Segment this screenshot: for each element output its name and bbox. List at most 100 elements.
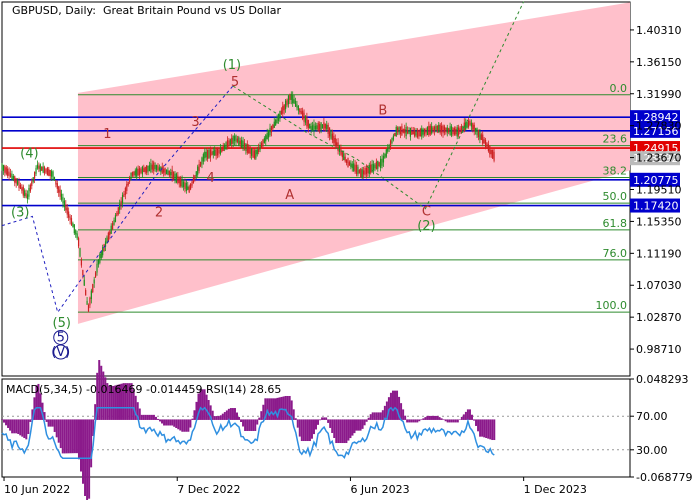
candle-body (76, 233, 78, 239)
wave-label: 1 (103, 127, 111, 142)
candle-body (51, 170, 53, 177)
candle-body (233, 136, 236, 141)
macd-bar (369, 414, 372, 420)
candle-body (158, 167, 161, 171)
candle-body (357, 166, 359, 175)
macd-bar (430, 415, 433, 420)
macd-bar (424, 417, 427, 420)
candle-body (406, 130, 409, 134)
candle-body (354, 164, 356, 172)
macd-bar (165, 419, 168, 426)
candle-body (404, 129, 406, 134)
candle-body (112, 223, 114, 230)
macd-bar (475, 419, 478, 426)
candle-body (18, 181, 20, 189)
candle-body (426, 126, 429, 136)
macd-bar (258, 417, 261, 420)
candle-body (35, 167, 37, 174)
candle-body (80, 259, 83, 266)
macd-bar (438, 417, 441, 420)
candle-body (336, 142, 338, 147)
candle-body (209, 149, 212, 158)
candle-body (486, 143, 488, 149)
macd-bar (347, 419, 350, 441)
macd-bar (402, 409, 405, 420)
candle-body (191, 181, 193, 186)
candle-body (350, 162, 352, 167)
macd-bar (67, 419, 70, 454)
candle-body (272, 124, 274, 130)
macd-bar (363, 419, 366, 426)
candle-body (116, 213, 118, 217)
candle-body (262, 139, 264, 147)
wave-label: 5 (57, 330, 65, 345)
wave-label: (5) (53, 316, 71, 331)
candle-body (46, 167, 48, 176)
candle-body (377, 160, 379, 169)
candle-body (334, 138, 336, 146)
candle-body (435, 125, 437, 132)
candle-body (456, 127, 458, 137)
macd-bar (321, 417, 324, 420)
candle-body (69, 216, 71, 220)
y-tick-label: 1.40310 (636, 24, 682, 37)
candle-body (320, 122, 322, 131)
candle-body (66, 207, 68, 215)
wave-label: (1) (223, 58, 241, 73)
macd-bar (146, 414, 149, 420)
candle-body (275, 119, 277, 126)
macd-bar (45, 419, 48, 422)
candle-body (167, 170, 169, 175)
macd-bar (375, 412, 378, 420)
candle-body (150, 163, 152, 173)
candle-body (313, 123, 315, 132)
macd-bar (144, 414, 147, 420)
candle-body (328, 127, 331, 137)
candle-body (343, 153, 345, 160)
price-axis: 1.289421.271561.249151.235921.207751.174… (630, 24, 682, 356)
candle-body (389, 140, 392, 148)
macd-bar (244, 419, 247, 431)
chart-canvas[interactable]: 0.023.638.250.061.876.0100.0 (4)(3)(5)5(… (0, 0, 700, 500)
candle-body (232, 135, 234, 144)
candle-body (55, 180, 57, 185)
candle-body (347, 157, 349, 168)
candle-body (333, 135, 335, 143)
candle-body (175, 173, 178, 183)
candle-body (184, 182, 186, 189)
macd-bar (282, 396, 285, 420)
candle-body (148, 165, 151, 171)
candle-body (282, 106, 284, 114)
macd-bar (77, 419, 80, 460)
macd-bar (357, 419, 360, 431)
candle-body (141, 166, 143, 175)
macd-bar (270, 398, 273, 420)
candle-body (195, 171, 197, 177)
candle-body (378, 162, 380, 167)
candle-body (138, 168, 141, 175)
candle-body (472, 123, 474, 130)
candle-body (391, 138, 393, 144)
price-level-label: 1.17420 (633, 200, 679, 213)
candle-body (353, 163, 355, 171)
candle-body (255, 149, 257, 159)
wave-label: (3) (11, 205, 29, 220)
candle-body (126, 184, 128, 191)
candle-body (467, 120, 470, 128)
macd-bar (420, 419, 423, 421)
candle-body (441, 126, 443, 132)
candle-body (358, 169, 360, 174)
candle-body (131, 172, 134, 176)
candle-body (280, 110, 282, 115)
macd-bar (477, 419, 480, 432)
candle-body (207, 149, 209, 159)
candle-body (161, 166, 163, 174)
macd-bar (235, 412, 238, 420)
fib-label: 76.0 (603, 247, 628, 260)
candle-body (181, 178, 183, 188)
indicator-y-label: 70.00 (636, 410, 668, 423)
candle-body (235, 135, 237, 143)
macd-bar (240, 419, 243, 423)
macd-bar (333, 419, 336, 439)
candle-body (311, 125, 314, 131)
